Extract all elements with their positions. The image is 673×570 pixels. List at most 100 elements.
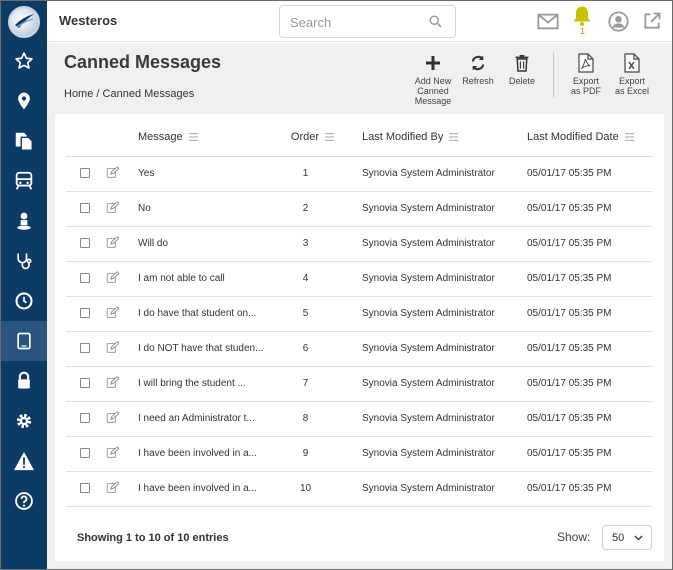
app-logo[interactable]: [8, 6, 40, 38]
pdf-file-icon: [578, 53, 594, 73]
cell-order: 9: [277, 436, 362, 472]
cell-modified-date: 05/01/17 05:35 PM: [527, 261, 653, 297]
add-label-line1: Add New: [414, 76, 452, 86]
row-checkbox[interactable]: [80, 343, 90, 354]
envelope-icon[interactable]: [537, 13, 559, 35]
header-order[interactable]: Order: [277, 118, 362, 157]
excel-file-icon: [624, 53, 640, 73]
edit-icon[interactable]: [106, 200, 120, 217]
header-order-label: Order: [290, 130, 320, 143]
cell-message: I have been involved in a...: [138, 436, 277, 472]
user-avatar-icon[interactable]: [608, 11, 629, 37]
edit-icon[interactable]: [106, 270, 120, 287]
row-edit-cell: [100, 366, 138, 402]
row-edit-cell: [100, 401, 138, 437]
edit-icon[interactable]: [106, 305, 120, 322]
sidebar-item-documents[interactable]: [1, 121, 47, 161]
row-edit-cell: [100, 471, 138, 507]
sidebar-item-alerts[interactable]: [1, 441, 47, 481]
cell-modified-by: Synovia System Administrator: [362, 331, 527, 367]
table-row[interactable]: I need an Administrator t... 8 Synovia Sys…: [66, 401, 653, 437]
breadcrumb-home[interactable]: Home: [64, 88, 93, 100]
row-checkbox[interactable]: [80, 203, 90, 214]
sidebar-item-help[interactable]: [1, 481, 47, 521]
header-last-modified-by[interactable]: Last Modified By: [362, 118, 527, 157]
sidebar-item-favorites[interactable]: [1, 41, 47, 81]
export-pdf-button[interactable]: Export as PDF: [565, 53, 607, 96]
cell-order: 3: [277, 226, 362, 262]
page-size-select[interactable]: 50: [602, 525, 652, 550]
header-message-label: Message: [138, 130, 183, 143]
sort-icon[interactable]: [188, 132, 198, 141]
breadcrumb-current: Canned Messages: [102, 88, 195, 100]
sort-icon[interactable]: [449, 132, 459, 141]
sidebar-item-security[interactable]: [1, 361, 47, 401]
sort-icon[interactable]: [624, 132, 634, 141]
table-row[interactable]: No 2 Synovia System Administrator 05/01/17 …: [66, 191, 653, 227]
search-icon[interactable]: [428, 14, 443, 34]
table-row[interactable]: Will do 3 Synovia System Administrator 05/0…: [66, 226, 653, 262]
breadcrumb: Home / Canned Messages: [64, 88, 194, 100]
sidebar-item-students[interactable]: [1, 201, 47, 241]
page-size-label: Show:: [557, 530, 591, 544]
table-row[interactable]: Yes 1 Synovia System Administrator 05/01/17…: [66, 156, 653, 192]
add-label-line3: Message: [414, 96, 452, 106]
row-checkbox[interactable]: [80, 378, 90, 389]
cell-order: 8: [277, 401, 362, 437]
header-message[interactable]: Message: [138, 118, 277, 157]
sidebar-item-messages[interactable]: [1, 321, 47, 361]
row-checkbox[interactable]: [80, 168, 90, 179]
delete-button[interactable]: Delete: [504, 53, 540, 86]
sidebar-item-settings[interactable]: [1, 401, 47, 441]
table-row[interactable]: I am not able to call 4 Synovia System Adm…: [66, 261, 653, 297]
sidebar-item-transportation[interactable]: [1, 161, 47, 201]
table-row[interactable]: I have been involved in a... 9 Synovia Sys…: [66, 436, 653, 472]
cell-modified-by: Synovia System Administrator: [362, 366, 527, 402]
sort-icon[interactable]: [325, 132, 335, 141]
row-checkbox[interactable]: [80, 308, 90, 319]
add-label-line2: Canned: [417, 86, 449, 96]
add-canned-message-button[interactable]: Add New Canned Message: [409, 53, 457, 106]
cell-order: 10: [277, 471, 362, 507]
sidebar-item-health[interactable]: [1, 241, 47, 281]
edit-icon[interactable]: [106, 340, 120, 357]
external-link-icon[interactable]: [642, 11, 662, 36]
cell-message: Will do: [138, 226, 277, 262]
sidebar-item-locations[interactable]: [1, 81, 47, 121]
logo-swoosh-icon: [15, 14, 34, 28]
row-checkbox[interactable]: [80, 483, 90, 494]
header-last-modified-date[interactable]: Last Modified Date: [527, 118, 653, 157]
row-edit-cell: [100, 331, 138, 367]
notification-count: 1: [580, 26, 586, 36]
row-checkbox[interactable]: [80, 448, 90, 459]
cell-modified-by: Synovia System Administrator: [362, 436, 527, 472]
content-area: Message Order Last Modified By Last Modi…: [47, 107, 672, 569]
export-excel-button[interactable]: Export as Excel: [610, 53, 654, 96]
table-row[interactable]: I have been involved in a... 10 Synovia Sy…: [66, 471, 653, 507]
page-size-value: 50: [612, 532, 625, 544]
cell-message: I am not able to call: [138, 261, 277, 297]
refresh-button[interactable]: Refresh: [459, 53, 497, 86]
row-edit-cell: [100, 226, 138, 262]
header-edit: [100, 118, 138, 157]
edit-icon[interactable]: [106, 410, 120, 427]
cell-message: I do NOT have that studen...: [138, 331, 277, 367]
top-bar: Westeros 1: [47, 1, 672, 42]
table-row[interactable]: I will bring the student ... 7 Synovia Sys…: [66, 366, 653, 402]
search-input[interactable]: [290, 14, 420, 30]
edit-icon[interactable]: [106, 480, 120, 497]
table-row[interactable]: I do have that student on... 5 Synovia Sys…: [66, 296, 653, 332]
cell-modified-date: 05/01/17 05:35 PM: [527, 156, 653, 192]
row-edit-cell: [100, 436, 138, 472]
search-box[interactable]: [279, 5, 456, 38]
sidebar-item-history[interactable]: [1, 281, 47, 321]
row-checkbox[interactable]: [80, 238, 90, 249]
row-checkbox[interactable]: [80, 413, 90, 424]
edit-icon[interactable]: [106, 165, 120, 182]
table-row[interactable]: I do NOT have that studen... 6 Synovia Sys…: [66, 331, 653, 367]
edit-icon[interactable]: [106, 445, 120, 462]
row-checkbox[interactable]: [80, 273, 90, 284]
edit-icon[interactable]: [106, 375, 120, 392]
messages-panel: Message Order Last Modified By Last Modi…: [55, 114, 664, 561]
edit-icon[interactable]: [106, 235, 120, 252]
